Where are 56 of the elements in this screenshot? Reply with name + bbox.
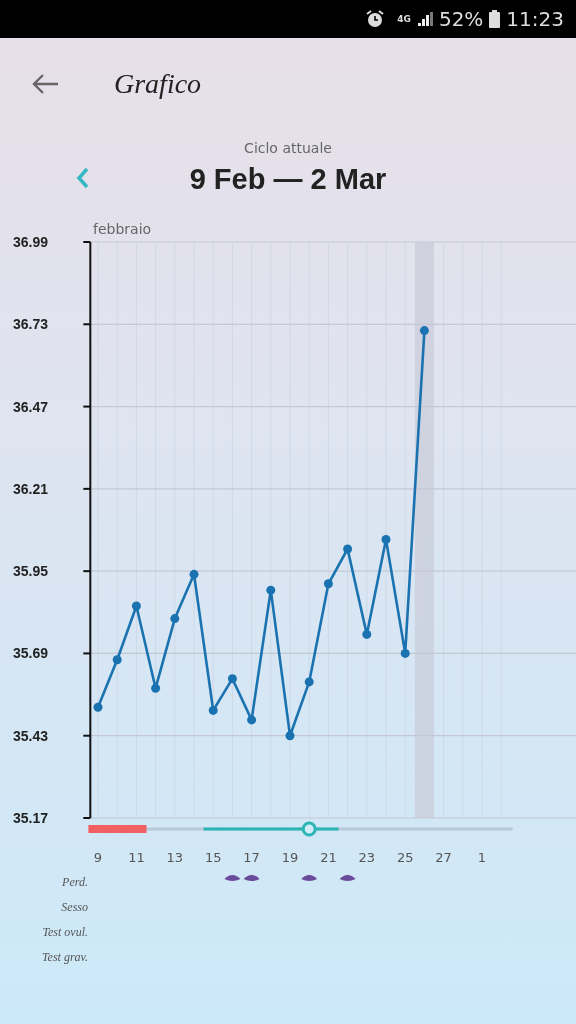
alarm-icon <box>365 9 386 29</box>
data-point <box>208 705 218 715</box>
data-point <box>112 655 122 665</box>
data-point <box>400 648 410 658</box>
data-point <box>247 715 257 725</box>
ovulation-marker <box>301 821 317 837</box>
data-point <box>227 674 237 684</box>
data-point <box>304 677 314 687</box>
row-label: Test ovul. <box>42 925 88 939</box>
clock: 11:23 <box>506 7 564 31</box>
data-point <box>419 326 429 336</box>
x-axis-label: 13 <box>166 850 184 865</box>
month-label: febbraio <box>93 221 152 237</box>
drop-icon <box>339 875 356 881</box>
y-axis-label: 35.95 <box>13 563 49 580</box>
y-axis-label: 35.69 <box>13 645 49 662</box>
data-point <box>323 579 333 589</box>
x-axis-label: 23 <box>358 850 376 865</box>
data-point <box>381 535 391 544</box>
x-axis-label: 11 <box>128 850 145 865</box>
y-axis-label: 36.21 <box>13 480 49 497</box>
battery-icon <box>489 10 501 28</box>
cycle-range: 9 Feb — 2 Mar <box>189 162 387 196</box>
y-axis-label: 36.99 <box>13 234 49 250</box>
page-title: Grafico <box>114 68 202 100</box>
drop-icon <box>243 875 260 881</box>
data-point <box>343 544 353 554</box>
data-point <box>362 629 372 639</box>
y-axis-label: 36.47 <box>13 398 49 415</box>
x-axis-label: 17 <box>243 850 260 865</box>
data-point <box>131 601 141 611</box>
row-label: Sesso <box>61 900 88 914</box>
data-point <box>266 585 276 595</box>
y-axis-label: 35.43 <box>13 727 49 744</box>
x-axis-label: 27 <box>435 850 452 865</box>
x-axis-label: 1 <box>477 850 487 865</box>
x-axis-label: 15 <box>204 850 222 865</box>
drop-icon <box>301 875 318 881</box>
data-point <box>151 683 161 693</box>
y-axis-label: 36.73 <box>13 316 49 333</box>
network-type: 4G <box>397 14 411 24</box>
row-label: Test grav. <box>42 950 88 964</box>
data-point <box>93 702 103 712</box>
x-axis-label: 9 <box>93 850 103 865</box>
x-axis-label: 19 <box>281 850 299 865</box>
x-axis-label: 25 <box>396 850 414 865</box>
data-point <box>170 614 180 624</box>
x-axis-label: 21 <box>320 850 337 865</box>
data-point <box>189 569 199 579</box>
row-label: Perd. <box>62 875 88 889</box>
drop-icon <box>224 875 241 881</box>
cycle-label: Ciclo attuale <box>243 140 333 156</box>
battery-percent: 52% <box>438 7 484 31</box>
signal-icon <box>416 11 433 27</box>
data-point <box>285 731 295 741</box>
y-axis-label: 35.17 <box>13 810 49 826</box>
